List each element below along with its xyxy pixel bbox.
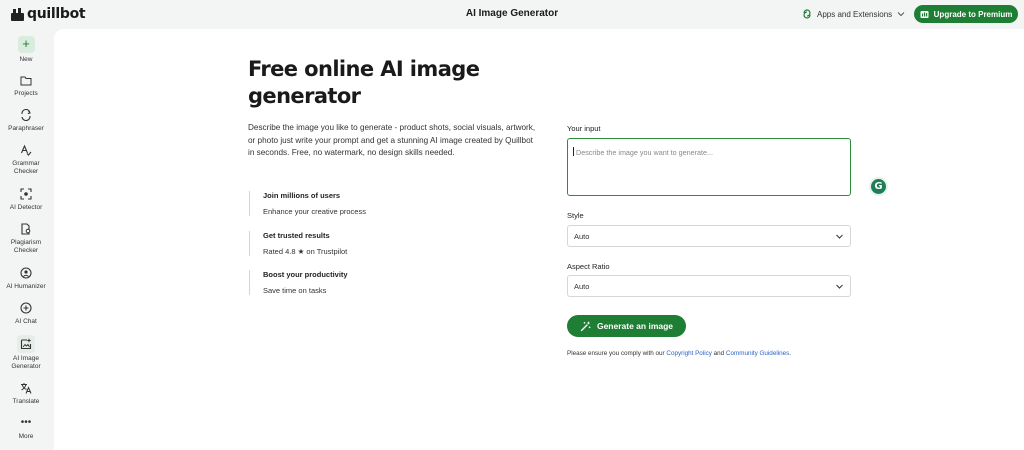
grammarly-icon[interactable]: G (869, 177, 888, 196)
feature-item: Get trusted results Rated 4.8 ★ on Trust… (249, 231, 449, 256)
apps-icon (803, 9, 811, 19)
apps-label: Apps and Extensions (817, 9, 893, 19)
plagiarism-icon (18, 221, 34, 237)
style-value: Auto (574, 232, 590, 241)
chevron-down-icon (836, 234, 843, 239)
generate-label: Generate an image (596, 321, 674, 331)
style-select[interactable]: Auto (567, 225, 851, 247)
feature-desc: Rated 4.8 ★ on Trustpilot (263, 247, 348, 256)
feature-title: Join millions of users (263, 191, 341, 200)
magic-wand-icon (580, 321, 591, 331)
note-middle: and (711, 350, 726, 357)
sidebar-item-projects[interactable]: Projects (0, 72, 52, 98)
sidebar-item-label: AI Image Generator (11, 355, 41, 370)
sidebar-item-label: Projects (14, 90, 38, 97)
sidebar-item-label: Grammar Checker (12, 160, 40, 175)
translate-icon (18, 380, 34, 396)
sidebar-item-label: New (19, 56, 33, 63)
plus-icon: + (17, 36, 35, 53)
folder-icon (18, 72, 34, 88)
sidebar-item-plagiarism-checker[interactable]: Plagiarism Checker (0, 221, 52, 255)
sidebar: + New Projects Paraphraser Grammar Check… (0, 29, 52, 450)
feature-desc: Save time on tasks (263, 286, 327, 295)
upgrade-button[interactable]: Upgrade to Premium (914, 5, 1018, 23)
top-bar: quillbot AI Image Generator Apps and Ext… (0, 0, 1024, 29)
sidebar-item-label: Translate (12, 398, 40, 405)
feature-title: Get trusted results (263, 231, 330, 240)
paraphraser-icon (18, 107, 34, 123)
feature-item: Join millions of users Enhance your crea… (249, 191, 449, 216)
prompt-placeholder: Describe the image you want to generate.… (576, 148, 714, 157)
ai-detector-icon (18, 186, 34, 202)
community-guidelines-link[interactable]: Community Guidelines (726, 350, 789, 357)
sidebar-item-label: AI Humanizer (6, 283, 46, 290)
sidebar-item-grammar-checker[interactable]: Grammar Checker (0, 142, 52, 176)
aspect-ratio-label: Aspect Ratio (567, 262, 610, 271)
premium-icon (920, 10, 929, 18)
aspect-ratio-value: Auto (574, 282, 590, 291)
sidebar-item-label: More (18, 433, 34, 440)
sidebar-item-ai-chat[interactable]: AI Chat (0, 300, 52, 326)
sidebar-item-label: AI Detector (9, 204, 43, 211)
main-panel: Free online AI image generator Describe … (54, 29, 1024, 450)
chat-icon (18, 300, 34, 316)
sidebar-item-label: AI Chat (15, 318, 37, 325)
sidebar-item-label: Paraphraser (8, 125, 44, 132)
grammar-icon (18, 142, 34, 158)
sidebar-item-ai-image-generator[interactable]: AI Image Generator (0, 335, 52, 371)
generate-image-button[interactable]: Generate an image (567, 315, 686, 337)
more-icon: ••• (20, 417, 32, 428)
hero-title: Free online AI image generator (248, 57, 480, 108)
compliance-note: Please ensure you comply with our Copyri… (567, 350, 791, 357)
sidebar-item-new[interactable]: + New (0, 36, 52, 64)
copyright-policy-link[interactable]: Copyright Policy (666, 350, 712, 357)
sidebar-item-paraphraser[interactable]: Paraphraser (0, 107, 52, 133)
upgrade-label: Upgrade to Premium (933, 9, 1013, 19)
feature-desc: Enhance your creative process (263, 207, 366, 216)
chevron-down-icon (836, 284, 843, 289)
sidebar-item-translate[interactable]: Translate (0, 380, 52, 406)
feature-title: Boost your productivity (263, 270, 348, 279)
chevron-down-icon (897, 12, 905, 17)
style-label: Style (567, 211, 584, 220)
humanizer-icon (18, 265, 34, 281)
aspect-ratio-select[interactable]: Auto (567, 275, 851, 297)
prompt-input[interactable]: Describe the image you want to generate.… (567, 138, 851, 196)
input-label: Your input (567, 124, 601, 133)
note-suffix: . (789, 350, 792, 357)
feature-item: Boost your productivity Save time on tas… (249, 270, 449, 295)
sidebar-item-more[interactable]: ••• More (0, 415, 52, 441)
image-generator-icon (17, 335, 35, 353)
hero-description: Describe the image you like to generate … (248, 123, 536, 158)
note-prefix: Please ensure you comply with our (567, 350, 667, 357)
text-caret (573, 147, 574, 156)
apps-and-extensions-dropdown[interactable]: Apps and Extensions (802, 7, 905, 21)
sidebar-item-label: Plagiarism Checker (10, 239, 42, 254)
sidebar-item-ai-humanizer[interactable]: AI Humanizer (0, 265, 52, 291)
sidebar-item-ai-detector[interactable]: AI Detector (0, 186, 52, 212)
